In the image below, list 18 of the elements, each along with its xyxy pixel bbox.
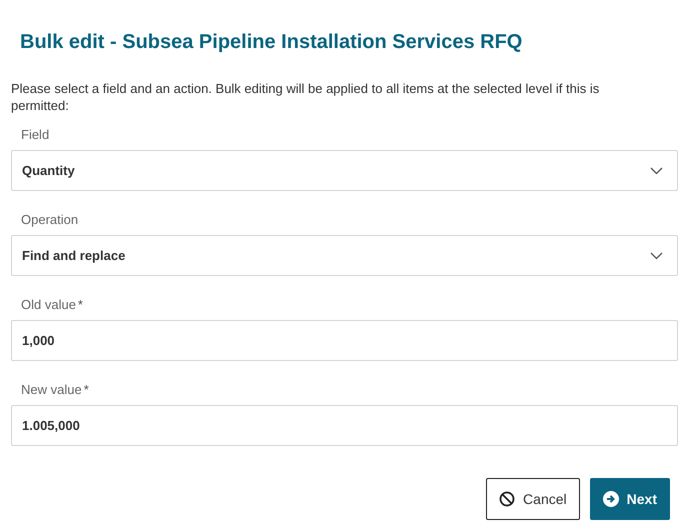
arrow-circle-icon xyxy=(602,491,619,507)
dialog-title: Bulk edit - Subsea Pipeline Installation Services RFQ xyxy=(20,30,524,55)
chevron-down-icon xyxy=(650,166,663,174)
input-field[interactable]: 1,000 xyxy=(11,320,678,361)
required-mark: * xyxy=(78,296,83,314)
instruction-text: Please select a field and an action. Bulk editing will be applied to all items at the selected level if this is permitted: xyxy=(11,80,600,114)
dropdown-field[interactable]: Quantity xyxy=(11,150,678,191)
field-label: Field xyxy=(21,126,50,144)
dropdown-field[interactable]: Find and replace xyxy=(11,235,678,276)
required-mark: * xyxy=(84,381,89,399)
chevron-down-icon xyxy=(650,252,663,260)
input-field[interactable]: 1.005,000 xyxy=(11,405,678,446)
field-label: Old value xyxy=(21,296,76,314)
field-label: Operation xyxy=(21,211,78,229)
prohibited-icon xyxy=(499,491,516,507)
next-button[interactable]: Next xyxy=(590,478,670,520)
cancel-button[interactable]: Cancel xyxy=(486,478,580,520)
field-label: New value xyxy=(21,381,82,399)
